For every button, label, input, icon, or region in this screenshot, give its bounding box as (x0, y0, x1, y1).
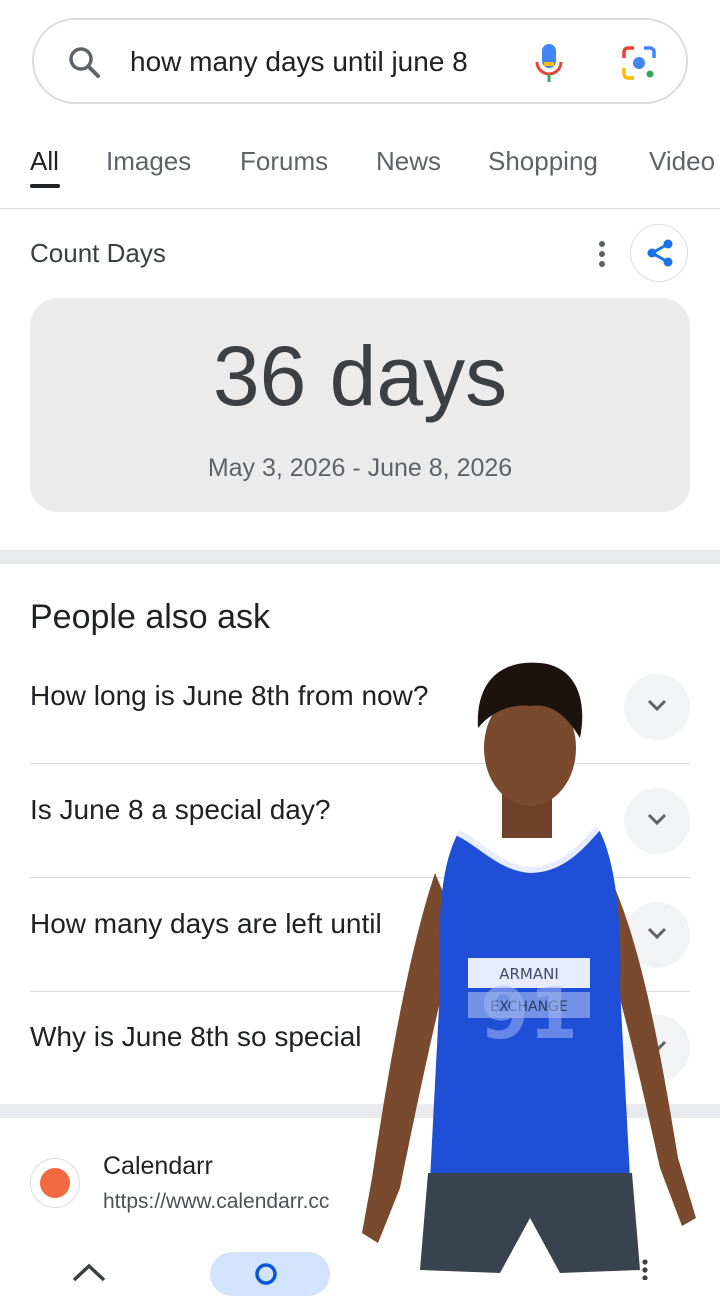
paa-question: How many days are left until (30, 908, 382, 939)
mic-icon[interactable] (532, 42, 566, 84)
section-divider (0, 550, 720, 564)
share-icon (647, 239, 673, 267)
tab-images[interactable]: Images (106, 146, 191, 177)
tab-shopping[interactable]: Shopping (488, 146, 598, 177)
count-days-card: 36 days May 3, 2026 - June 8, 2026 (30, 298, 690, 512)
tab-forums[interactable]: Forums (240, 146, 328, 177)
date-range: May 3, 2026 - June 8, 2026 (207, 454, 513, 482)
count-days-title: Count Days (30, 238, 166, 268)
nav-search-button[interactable] (210, 1252, 330, 1296)
result-url[interactable]: https://www.calendarr.cc (103, 1190, 329, 1214)
share-button[interactable] (630, 224, 688, 282)
search-icon[interactable] (66, 44, 102, 80)
search-input[interactable]: how many days until june 8 (130, 46, 468, 78)
search-icon (255, 1263, 277, 1285)
kebab-icon[interactable] (592, 240, 612, 270)
search-tabs: All Images Forums News Shopping Video (0, 128, 720, 209)
paa-question: Why is June 8th so special (30, 1021, 362, 1052)
overlay-person-image: ARMANI EXCHANGE 91 (362, 662, 696, 1273)
home-icon[interactable] (70, 1262, 108, 1282)
active-tab-indicator (30, 184, 60, 188)
lens-icon[interactable] (620, 44, 658, 82)
shirt-number: 91 (480, 973, 577, 1055)
people-also-ask-title: People also ask (30, 598, 271, 636)
site-favicon (30, 1158, 80, 1208)
search-bar[interactable]: how many days until june 8 (32, 18, 688, 104)
result-site-name[interactable]: Calendarr (103, 1152, 213, 1181)
tab-videos[interactable]: Video (649, 146, 715, 177)
tab-all[interactable]: All (30, 146, 59, 177)
paa-question: Is June 8 a special day? (30, 794, 331, 825)
days-count: 36 days (212, 329, 508, 423)
tab-news[interactable]: News (376, 146, 441, 177)
